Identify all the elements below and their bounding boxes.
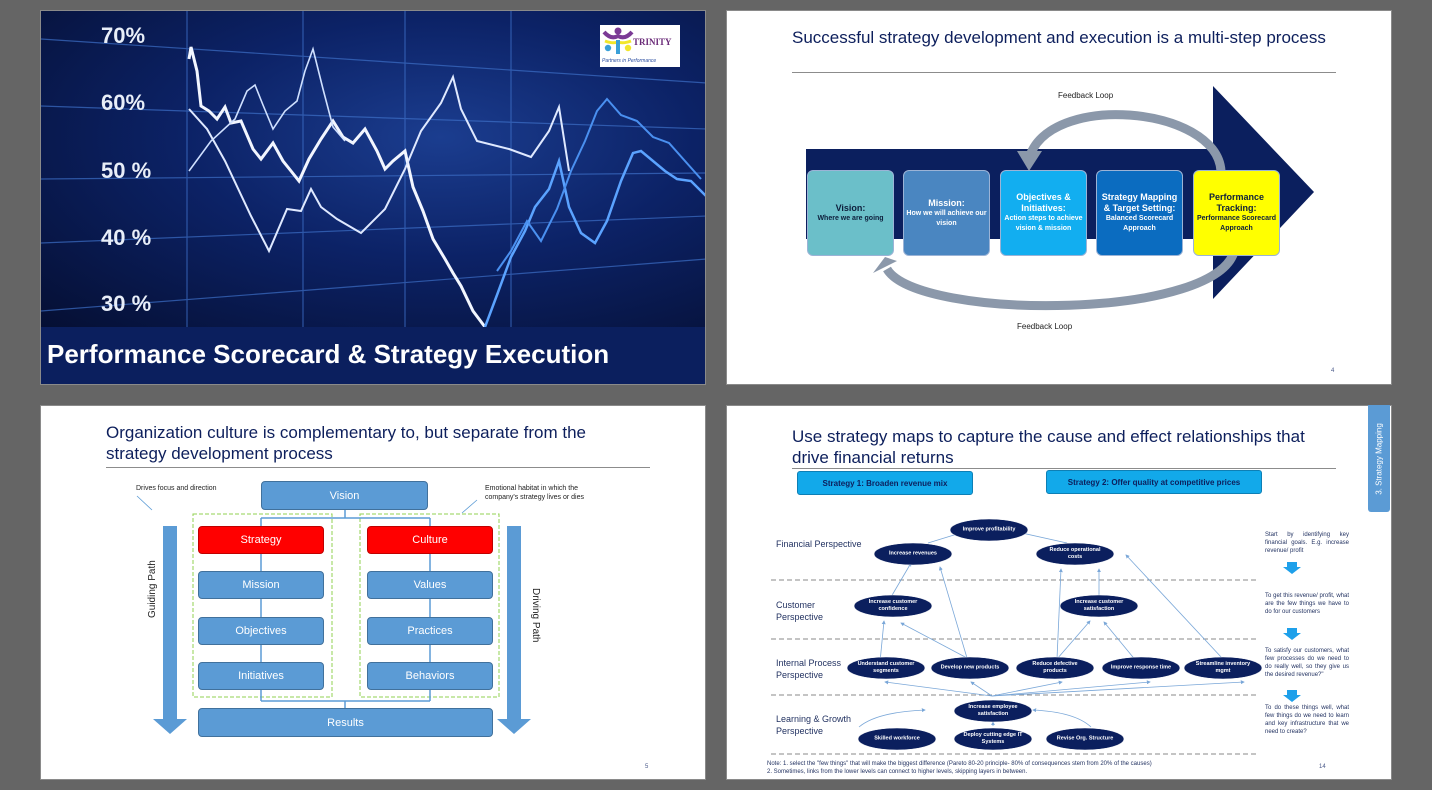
trinity-logo-icon	[602, 27, 634, 54]
node-label-employee-satisfaction: Increase employee satisfaction	[968, 704, 1018, 717]
side-note-financial: Start by identifying key financial goals…	[1265, 532, 1349, 554]
step-objectives: Objectives & Initiatives: Action steps t…	[1000, 170, 1087, 256]
logo-name: TRINITY	[633, 37, 672, 47]
title-bar: Performance Scorecard & Strategy Executi…	[41, 327, 705, 384]
driving-path-label: Driving Path	[530, 588, 541, 643]
chart-line-2	[188, 74, 570, 254]
section-tab-strategy-mapping[interactable]: 3. Strategy Mapping	[1368, 405, 1390, 512]
footnote-1: Note: 1. select the "few things" that wi…	[767, 761, 1152, 767]
step-performance-tracking: Performance Tracking: Performance Scorec…	[1193, 170, 1280, 256]
chart-line-1	[187, 46, 487, 328]
feedback-loop-label-bottom: Feedback Loop	[1017, 322, 1073, 331]
node-label-improve-profitability: Improve profitability	[962, 526, 1016, 533]
down-arrow-icon	[1283, 690, 1301, 702]
objectives-box: Objectives	[198, 617, 324, 645]
feedback-loop-label-top: Feedback Loop	[1058, 91, 1114, 100]
side-note-learning: To do these things well, what few things…	[1265, 705, 1349, 735]
step-detail: Performance Scorecard Approach	[1197, 215, 1276, 232]
step-detail: How we will achieve our vision	[906, 209, 987, 227]
page-number: 4	[1331, 368, 1335, 374]
side-note-process: To satisfy our customers, what few proce…	[1265, 648, 1349, 678]
perspective-financial: Financial Perspective	[776, 539, 862, 549]
step-vision: Vision: Where we are going	[807, 170, 894, 256]
down-arrow-icon	[1283, 562, 1301, 574]
trinity-logo: TRINITY Partners in Performance	[600, 25, 680, 67]
page-number: 5	[645, 764, 649, 770]
guiding-path-arrow	[153, 526, 187, 734]
results-box: Results	[198, 708, 493, 737]
logo-tagline: Partners in Performance	[602, 58, 657, 64]
node-label-understand-segments: Understand customer segments	[857, 661, 915, 674]
slide-thumbnail-title[interactable]: 70% 60% 50 % 40 % 30 % TRINITY Partners …	[40, 10, 706, 385]
mission-box: Mission	[198, 571, 324, 599]
values-box: Values	[367, 571, 493, 599]
note-pointer	[461, 499, 478, 514]
driving-path-arrow	[497, 526, 531, 734]
node-label-improve-response: Improve response time	[1110, 664, 1172, 671]
node-label-streamline-inventory: Streamline inventory mgmt	[1195, 661, 1251, 674]
axis-label: 30 %	[101, 291, 151, 316]
step-heading: Objectives & Initiatives:	[1016, 192, 1071, 213]
strategy-box: Strategy	[198, 526, 324, 554]
note-pointer	[136, 495, 153, 511]
node-label-revise-structure: Revise Org. Structure	[1056, 735, 1114, 742]
note-drives-focus: Drives focus and direction	[136, 485, 217, 492]
perspective-customer: Customer Perspective	[776, 600, 824, 622]
node-label-develop-products: Develop new products	[940, 664, 1000, 671]
down-arrow-icon	[1283, 628, 1301, 640]
step-detail: Action steps to achieve vision & mission	[1004, 215, 1083, 232]
practices-box: Practices	[367, 617, 493, 645]
step-mission: Mission: How we will achieve our vision	[903, 170, 990, 256]
side-note-customer: To get this revenue/ profit, what are th…	[1265, 593, 1349, 615]
step-heading: Vision:	[835, 202, 866, 213]
step-heading: Mission:	[928, 197, 965, 208]
node-label-increase-revenues: Increase revenues	[888, 550, 937, 557]
footnote-2: 2. Sometimes, links from the lower level…	[767, 769, 1028, 775]
node-label-skilled-workforce: Skilled workforce	[874, 735, 920, 742]
node-label-reduce-defects: Reduce defective products	[1032, 661, 1078, 674]
slide-title: Performance Scorecard & Strategy Executi…	[47, 339, 610, 369]
axis-label: 60%	[101, 90, 145, 115]
culture-box: Culture	[367, 526, 493, 554]
perspective-learning-growth: Learning & Growth Perspective	[776, 714, 852, 736]
perspective-internal-process: Internal Process Perspective	[776, 658, 842, 680]
step-detail: Where we are going	[817, 214, 884, 222]
note-emotional-habitat: Emotional habitat in which the company's…	[485, 485, 584, 501]
page-number: 14	[1319, 764, 1326, 770]
node-label-customer-confidence: Increase customer confidence	[868, 599, 918, 612]
axis-label: 40 %	[101, 225, 151, 250]
step-heading: Performance Tracking:	[1208, 192, 1265, 213]
node-label-deploy-it: Deploy cutting edge IT Systems	[963, 732, 1023, 745]
axis-label: 70%	[101, 23, 145, 48]
node-label-customer-satisfaction: Increase customer satisfaction	[1074, 599, 1124, 612]
step-heading: Strategy Mapping & Target Setting:	[1101, 192, 1178, 213]
axis-label: 50 %	[101, 158, 151, 183]
side-down-arrows	[1283, 562, 1301, 702]
node-label-reduce-costs: Reduce operational costs	[1049, 547, 1101, 560]
step-detail: Balanced Scorecard Approach	[1105, 215, 1174, 232]
guiding-path-label: Guiding Path	[147, 560, 158, 618]
vision-box: Vision	[261, 481, 428, 510]
section-tab-label: 3. Strategy Mapping	[1374, 422, 1384, 495]
step-strategy-mapping: Strategy Mapping & Target Setting: Balan…	[1096, 170, 1183, 256]
slide-thumbnail-process[interactable]: Successful strategy development and exec…	[726, 10, 1392, 385]
initiatives-box: Initiatives	[198, 662, 324, 690]
slide-thumbnail-culture[interactable]: Organization culture is complementary to…	[40, 405, 706, 780]
behaviors-box: Behaviors	[367, 662, 493, 690]
slide-thumbnail-strategy-map[interactable]: Use strategy maps to capture the cause a…	[726, 405, 1392, 780]
